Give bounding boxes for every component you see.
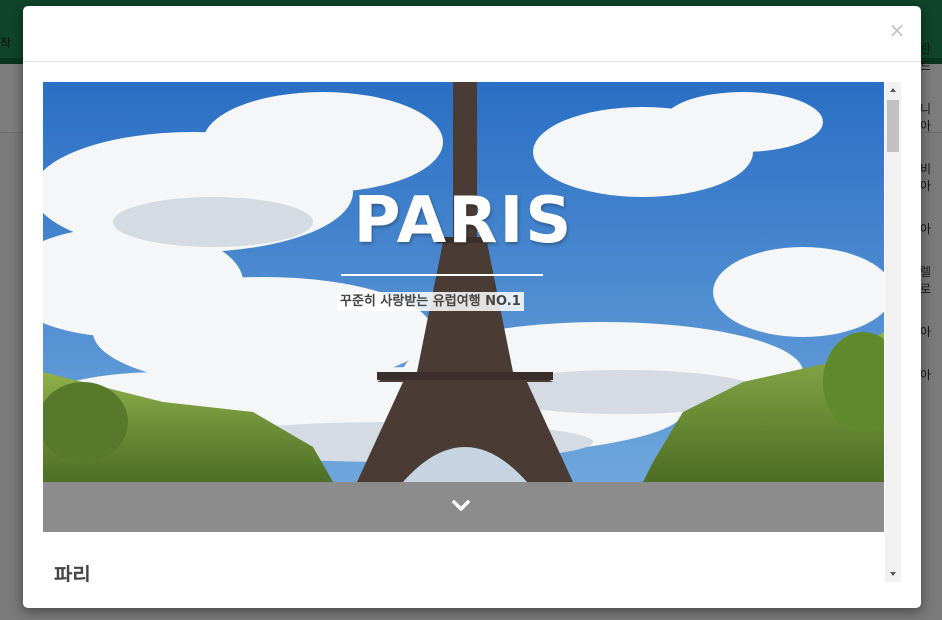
eiffel-tower-photo (43, 82, 884, 482)
scroll-thumb[interactable] (887, 100, 899, 152)
city-section-title: 파리 (54, 563, 91, 582)
hero-divider (341, 274, 543, 276)
arrow-down-icon[interactable] (885, 566, 901, 582)
close-icon: × (888, 18, 906, 42)
hero-banner: PARIS 꾸준히 사랑받는 유럽여행 NO.1 (43, 82, 884, 482)
hero-title: PARIS (353, 184, 574, 258)
hero-subtitle: 꾸준히 사랑받는 유럽여행 NO.1 (337, 292, 524, 311)
city-modal: × PARIS 꾸준히 사랑받는 유럽여행 NO.1 파리 (23, 6, 921, 608)
modal-scrollbar[interactable] (885, 82, 901, 582)
modal-body: PARIS 꾸준히 사랑받는 유럽여행 NO.1 파리 (43, 82, 901, 582)
chevron-down-icon (452, 500, 470, 511)
close-button[interactable]: × (887, 20, 907, 40)
arrow-up-icon[interactable] (885, 82, 901, 98)
modal-header: × (23, 6, 921, 62)
expand-details-bar[interactable] (43, 482, 884, 532)
